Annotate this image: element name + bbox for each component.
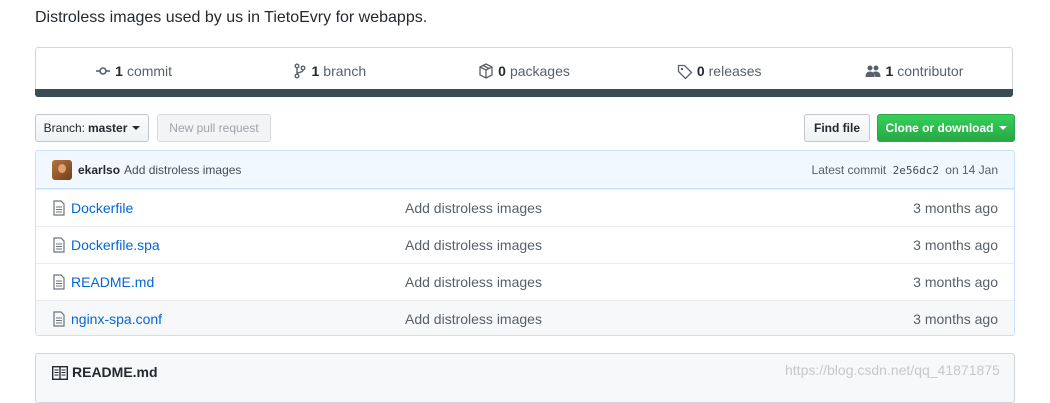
file-age: 3 months ago	[913, 274, 998, 290]
file-row: Dockerfile.spa Add distroless images 3 m…	[36, 226, 1014, 263]
file-icon	[53, 274, 65, 290]
file-age: 3 months ago	[913, 311, 998, 327]
file-commit-message[interactable]: Add distroless images	[405, 237, 913, 253]
branches-count: 1	[311, 63, 320, 79]
packages-label: packages	[509, 63, 570, 79]
releases-count: 0	[696, 63, 705, 79]
file-browser: ekarlso Add distroless images Latest com…	[35, 150, 1015, 336]
commit-date: on 14 Jan	[945, 162, 998, 177]
latest-commit-prefix: Latest commit	[811, 162, 887, 177]
clone-label: Clone or download	[885, 121, 994, 135]
language-bar	[35, 89, 1013, 97]
book-icon	[52, 366, 68, 380]
file-age: 3 months ago	[913, 200, 998, 216]
caret-down-icon	[998, 126, 1007, 130]
file-commit-message[interactable]: Add distroless images	[405, 311, 913, 327]
branch-icon	[294, 63, 305, 79]
file-commit-message[interactable]: Add distroless images	[405, 274, 913, 290]
caret-down-icon	[132, 126, 141, 130]
tag-icon	[677, 64, 693, 79]
branch-select-button[interactable]: Branch: master	[35, 114, 149, 142]
branches-label: branch	[323, 63, 367, 79]
file-row: README.md Add distroless images 3 months…	[36, 263, 1014, 300]
packages-link[interactable]: 0 packages	[426, 63, 621, 79]
commits-count: 1	[115, 63, 123, 79]
releases-label: releases	[708, 63, 762, 79]
latest-commit-info: Latest commit 2e56dc2 on 14 Jan	[812, 163, 998, 177]
branch-name: master	[88, 121, 128, 135]
file-icon	[53, 237, 65, 253]
commits-label: commit	[126, 63, 173, 79]
file-row: Dockerfile Add distroless images 3 month…	[36, 189, 1014, 226]
file-name[interactable]: nginx-spa.conf	[71, 311, 405, 327]
file-row: nginx-spa.conf Add distroless images 3 m…	[36, 300, 1014, 335]
commit-message[interactable]: Add distroless images	[124, 163, 241, 177]
watermark: https://blog.csdn.net/qq_41871875	[785, 362, 1000, 378]
file-name[interactable]: Dockerfile	[71, 200, 405, 216]
commit-icon	[96, 67, 111, 75]
people-icon	[865, 65, 881, 77]
contributors-count: 1	[885, 63, 894, 79]
releases-link[interactable]: 0 releases	[622, 63, 817, 79]
commit-author[interactable]: ekarlso	[78, 163, 120, 177]
latest-commit-bar: ekarlso Add distroless images Latest com…	[36, 151, 1014, 189]
file-name[interactable]: README.md	[71, 274, 405, 290]
find-file-button[interactable]: Find file	[804, 114, 870, 142]
readme-title: README.md	[72, 364, 158, 380]
contributors-link[interactable]: 1 contributor	[817, 63, 1012, 79]
repo-summary-bar: 1 commit 1 branch 0 packages 0 releases …	[35, 47, 1013, 95]
package-icon	[479, 63, 493, 79]
file-name[interactable]: Dockerfile.spa	[71, 237, 405, 253]
contributors-label: contributor	[897, 63, 964, 79]
file-icon	[53, 311, 65, 327]
clone-or-download-button[interactable]: Clone or download	[877, 114, 1015, 142]
file-icon	[53, 200, 65, 216]
branches-link[interactable]: 1 branch	[231, 63, 426, 79]
packages-count: 0	[498, 63, 506, 79]
file-age: 3 months ago	[913, 237, 998, 253]
new-pull-request-button[interactable]: New pull request	[157, 114, 271, 142]
branch-prefix: Branch:	[43, 121, 85, 135]
avatar[interactable]	[52, 159, 72, 180]
commits-link[interactable]: 1 commit	[36, 63, 231, 79]
repo-description: Distroless images used by us in TietoEvr…	[35, 9, 428, 26]
commit-sha[interactable]: 2e56dc2	[893, 164, 939, 177]
file-commit-message[interactable]: Add distroless images	[405, 200, 913, 216]
readme-header: README.md	[35, 353, 1015, 403]
